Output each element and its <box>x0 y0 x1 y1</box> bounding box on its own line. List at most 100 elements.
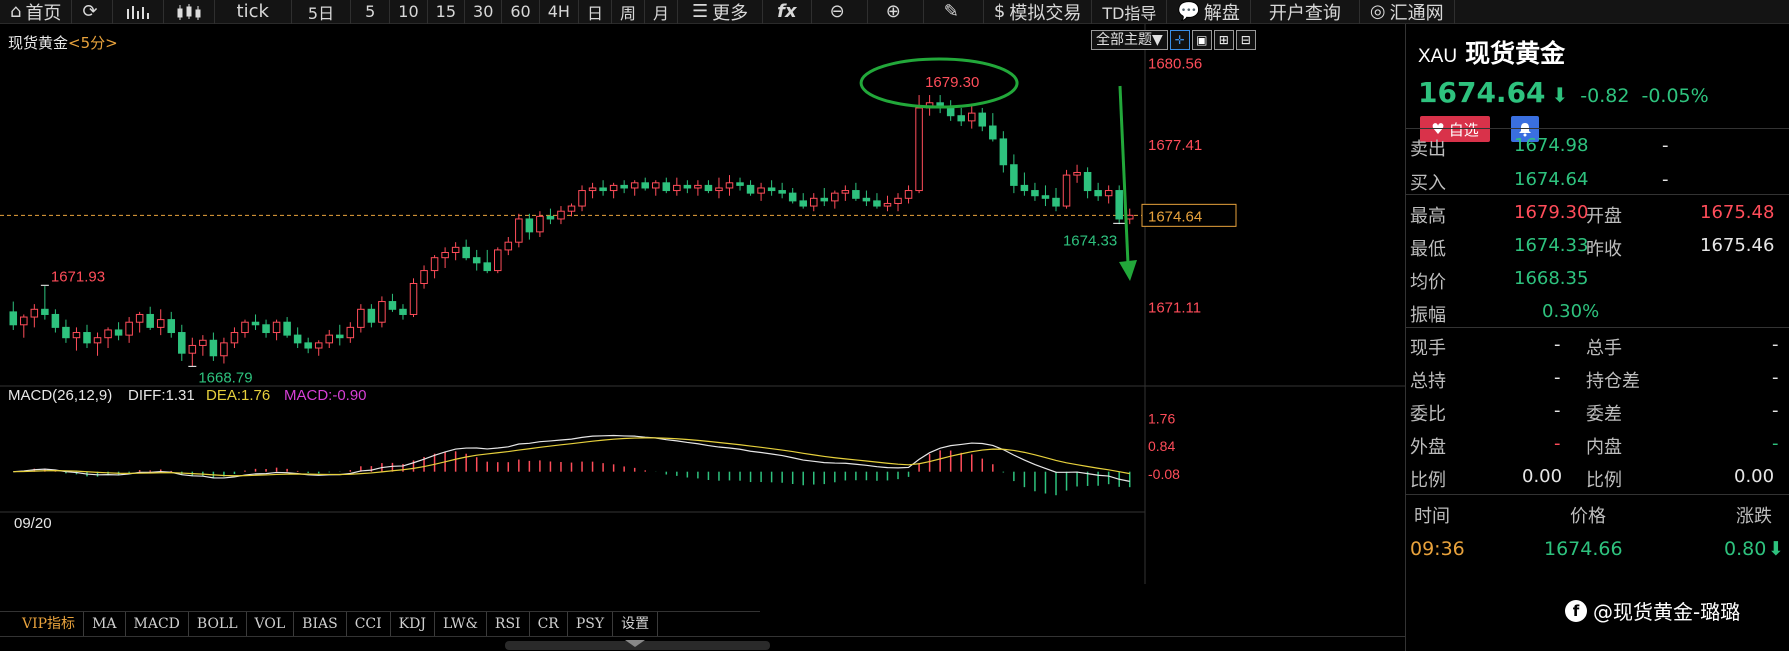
expand-icon[interactable]: ⊟ <box>1235 30 1256 50</box>
zoom-out-button[interactable]: ⊖ <box>812 0 868 24</box>
list-icon: ☰ <box>692 1 709 22</box>
tab-ma[interactable]: MA <box>84 611 126 636</box>
chart-panel[interactable]: 1680.56 1677.41 1671.11 1674.64 1679.30 1671.… <box>0 24 1405 609</box>
candle-body <box>409 282 418 315</box>
candle-body <box>399 308 407 315</box>
refresh-button[interactable]: ⟳ <box>72 0 113 24</box>
bar-chart-button[interactable] <box>113 0 164 24</box>
analysis-label: 解盘 <box>1203 2 1240 24</box>
candle-body <box>314 342 323 349</box>
period-15min[interactable]: 15 <box>428 0 466 24</box>
period-month[interactable]: 月 <box>645 0 678 24</box>
draw-button[interactable]: ✎ <box>924 0 984 24</box>
candle-body <box>515 218 523 243</box>
sell-row: 卖出 1674.98 - <box>1406 129 1789 162</box>
candle-body <box>230 332 239 344</box>
zoom-in-button[interactable]: ⊕ <box>868 0 924 24</box>
tab-settings[interactable]: 设置 <box>613 611 659 636</box>
period-60min[interactable]: 60 <box>502 0 540 24</box>
candle-body <box>746 184 755 194</box>
tab-kdj[interactable]: KDJ <box>391 611 435 636</box>
home-label: 首页 <box>25 2 62 24</box>
theme-dropdown[interactable]: 全部主题▼ <box>1091 30 1168 50</box>
candle-body <box>472 257 481 264</box>
period-tick[interactable]: tick <box>215 0 292 24</box>
huitong-button[interactable]: ◎ 汇通网 <box>1360 0 1455 24</box>
kline-chart[interactable]: 1680.56 1677.41 1671.11 1674.64 1679.30 1671.… <box>0 24 1405 609</box>
candle-body <box>904 190 913 199</box>
period-5min[interactable]: 5 <box>351 0 391 24</box>
price-axis-label: 1677.41 <box>1148 137 1202 154</box>
amplitude-value: 0.30% <box>1542 301 1600 322</box>
period-week[interactable]: 周 <box>612 0 645 24</box>
wei-row: 委比 - 委差 - <box>1406 394 1789 427</box>
formula-button[interactable]: fx <box>763 0 812 24</box>
scroll-down-icon[interactable] <box>625 640 645 647</box>
candle-body <box>167 319 176 334</box>
candle-body <box>873 200 881 207</box>
candle-body <box>451 246 460 254</box>
huitong-logo-icon: ◎ <box>1369 1 1386 22</box>
tab-cci[interactable]: CCI <box>347 611 391 636</box>
candle-body <box>967 112 976 122</box>
cur-hand-label: 现手 <box>1410 338 1446 359</box>
candle-body <box>283 321 291 336</box>
period-day[interactable]: 日 <box>579 0 612 24</box>
candle-body <box>199 339 207 346</box>
total-hand-value: - <box>1772 334 1779 355</box>
tick-row: 09:36 1674.66 0.80 ⬇ <box>1406 536 1789 566</box>
tab-boll[interactable]: BOLL <box>189 611 247 636</box>
candle-body <box>809 197 818 207</box>
pos-diff-label: 持仓差 <box>1586 371 1640 392</box>
tab-cr[interactable]: CR <box>530 611 568 636</box>
tab-bias[interactable]: BIAS <box>294 611 347 636</box>
tab-vol[interactable]: VOL <box>247 611 295 636</box>
tab-lw[interactable]: LW& <box>435 611 487 636</box>
candle-body <box>241 321 249 334</box>
left-high-annotation: 1671.93 <box>51 268 105 285</box>
out-value: - <box>1554 433 1561 454</box>
candle-body <box>367 308 376 323</box>
sell-volume: - <box>1662 135 1669 156</box>
candle-body <box>125 321 133 336</box>
wei-cha-value: - <box>1772 400 1779 421</box>
candle-body <box>378 301 386 323</box>
fullscreen-icon[interactable]: ⊞ <box>1213 30 1234 50</box>
green-arrow-line <box>1118 85 1130 265</box>
tab-psy[interactable]: PSY <box>568 611 614 636</box>
candle-body <box>93 337 102 344</box>
candle-body <box>557 210 565 220</box>
sim-trade-button[interactable]: $ 模拟交易 <box>984 0 1093 24</box>
td-guide-label: TD指导 <box>1102 3 1157 23</box>
high-value: 1679.30 <box>1514 202 1589 223</box>
period-30min[interactable]: 30 <box>465 0 503 24</box>
td-guide-button[interactable]: TD指导 <box>1092 0 1168 24</box>
buy-volume: - <box>1662 169 1669 190</box>
account-button[interactable]: 开户查询 <box>1251 0 1360 24</box>
candle-body <box>483 262 492 272</box>
period-5day[interactable]: 5日 <box>292 0 352 24</box>
candle-body <box>30 308 39 318</box>
crosshair-icon[interactable]: ✛ <box>1169 30 1190 50</box>
divider <box>1406 194 1789 195</box>
more-button[interactable]: ☰ 更多 <box>678 0 764 24</box>
period-10min[interactable]: 10 <box>390 0 428 24</box>
macd-axis-label: 0.84 <box>1148 438 1175 454</box>
candle-body <box>567 205 576 212</box>
open-label: 开盘 <box>1586 206 1622 227</box>
home-button[interactable]: ⌂ 首页 <box>0 0 73 24</box>
candle-body <box>51 313 60 328</box>
tab-vip-indicator[interactable]: VIP指标 <box>14 611 85 636</box>
dollar-icon: $ <box>993 1 1006 22</box>
open-value: 1675.48 <box>1700 202 1775 223</box>
period-4h[interactable]: 4H <box>540 0 579 24</box>
total-hand-label: 总手 <box>1586 338 1622 359</box>
analysis-button[interactable]: 💬 解盘 <box>1167 0 1251 24</box>
fit-icon[interactable]: ▣ <box>1191 30 1212 50</box>
candlestick-icon <box>177 3 201 20</box>
tab-macd[interactable]: MACD <box>126 611 189 636</box>
candlestick-button[interactable] <box>164 0 215 24</box>
candle-body <box>441 252 449 259</box>
candle-body <box>767 187 776 192</box>
tab-rsi[interactable]: RSI <box>487 611 530 636</box>
